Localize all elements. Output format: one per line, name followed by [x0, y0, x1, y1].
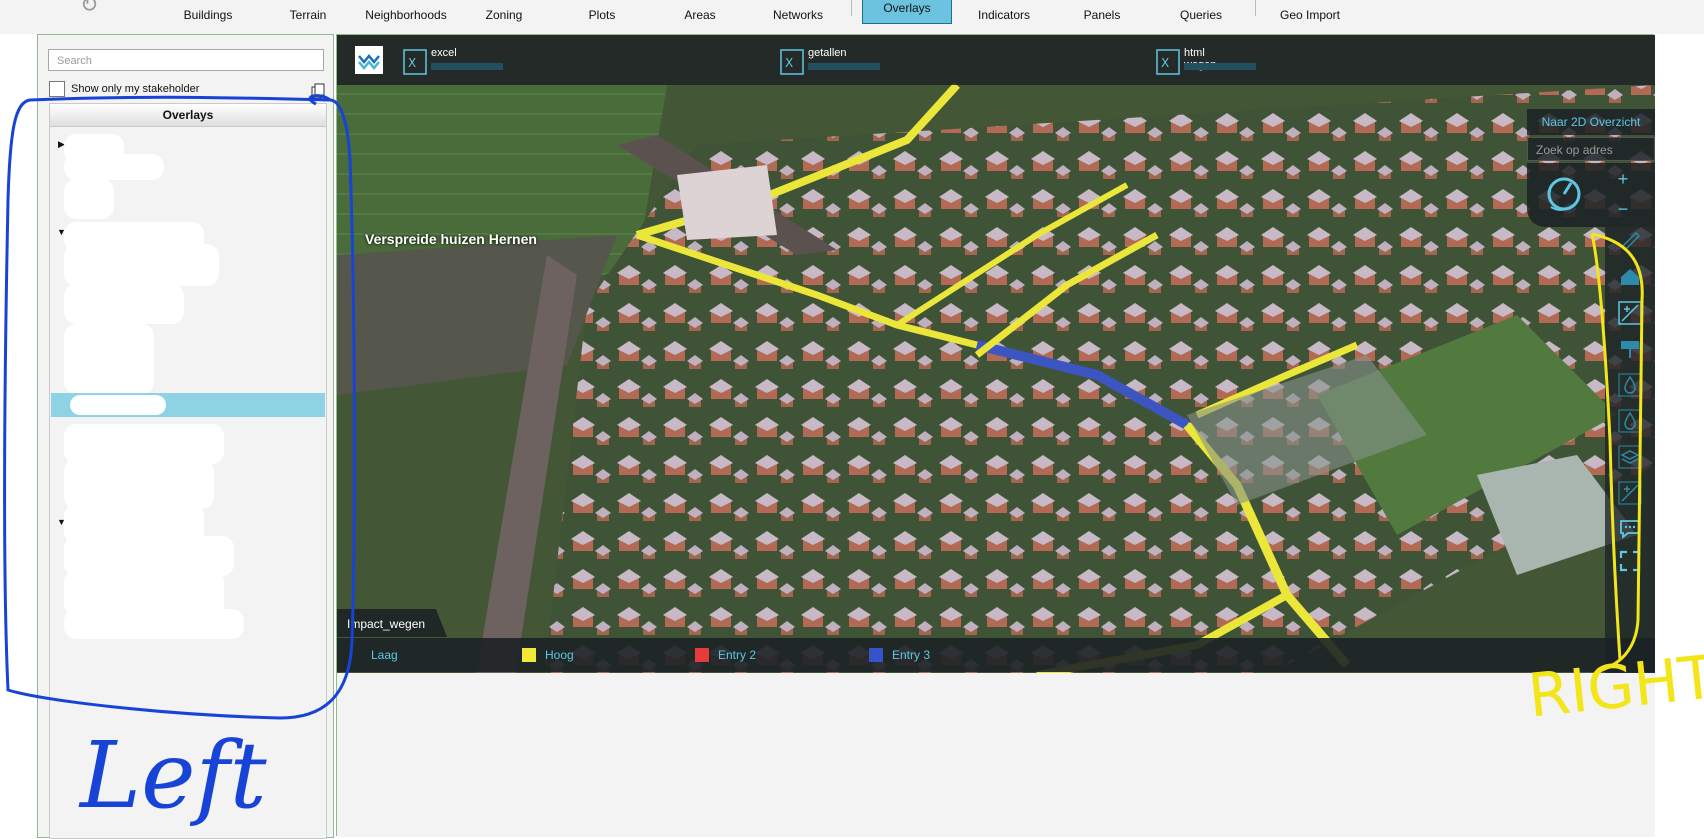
main-toolbar: ↻ Buildings Terrain Neighborhoods Zoning… — [0, 0, 1704, 34]
toolbar-panels[interactable]: Panels — [1057, 0, 1147, 26]
redacted-item — [64, 154, 164, 180]
legend-swatch-entry2 — [695, 648, 709, 662]
legend-label: Entry 2 — [718, 648, 757, 662]
overlays-tree: Overlays ▶ ▼ ▼ — [49, 103, 327, 839]
measure-plus-icon[interactable] — [1618, 481, 1642, 505]
toolbar-separator — [851, 0, 852, 16]
layers-icon[interactable] — [1618, 445, 1642, 469]
excel-file-icon: X — [780, 49, 804, 75]
toolbar-label: Overlays — [883, 1, 931, 15]
zoning-icon — [459, 0, 549, 8]
indicators-icon — [959, 0, 1049, 8]
map-panel: X excel X getallen X html wegen Versprei… — [336, 34, 1655, 837]
excel-file-icon: X — [403, 49, 427, 75]
legend-label: Laag — [371, 648, 398, 662]
toolbar-zoning[interactable]: Zoning — [459, 0, 549, 26]
buildings-icon — [163, 0, 253, 8]
toolbar-networks[interactable]: Networks — [753, 0, 843, 26]
toolbar-label: Geo Import — [1279, 8, 1341, 22]
map-legend: Laag Hoog Entry 2 Entry 3 — [337, 638, 1655, 672]
redacted-item — [64, 424, 224, 464]
redacted-item — [64, 284, 184, 324]
svg-text:X: X — [1161, 56, 1169, 70]
redacted-item — [70, 395, 166, 415]
house-icon[interactable] — [1618, 265, 1642, 289]
overlays-tree-header: Overlays — [50, 104, 326, 127]
file-progress-bar — [1184, 63, 1256, 70]
geo-import-icon — [1264, 0, 1356, 8]
copy-icon[interactable] — [311, 83, 325, 99]
water-drop-icon[interactable] — [1618, 373, 1642, 397]
toolbar-label: Neighborhoods — [365, 8, 447, 22]
chat-icon[interactable] — [1618, 517, 1642, 541]
toolbar-overlays[interactable]: Overlays — [862, 0, 952, 24]
compass-icon[interactable] — [1541, 171, 1587, 217]
networks-icon — [753, 0, 843, 8]
measure-plus-icon[interactable] — [1618, 301, 1642, 325]
legend-label: Hoog — [545, 648, 574, 662]
redacted-item — [64, 324, 154, 394]
water-drop-icon[interactable] — [1618, 409, 1642, 433]
toolbar-buildings[interactable]: Buildings — [163, 0, 253, 26]
toolbar-terrain[interactable]: Terrain — [263, 0, 353, 26]
neighborhoods-icon — [361, 0, 451, 8]
svg-text:X: X — [408, 56, 416, 70]
file-name: excel — [431, 47, 457, 59]
toolbar-separator — [1255, 0, 1256, 16]
toolbar-label: Plots — [588, 8, 616, 22]
file-progress-bar — [431, 63, 503, 70]
redacted-item — [64, 179, 114, 219]
legend-swatch-entry3 — [869, 648, 883, 662]
ruler-icon[interactable] — [1618, 229, 1642, 253]
toolbar-label: Queries — [1179, 8, 1223, 22]
stakeholder-label: Show only my stakeholder — [71, 83, 200, 95]
plots-icon — [557, 0, 647, 8]
legend-swatch-hoog — [522, 648, 536, 662]
file-name: getallen — [808, 47, 847, 59]
toolbar-label: Networks — [772, 8, 823, 22]
toolbar-geo-import[interactable]: Geo Import — [1264, 0, 1356, 26]
stakeholder-checkbox[interactable] — [49, 81, 65, 97]
lower-empty-panel — [337, 673, 1655, 837]
place-label: Verspreide huizen Hernen — [365, 231, 537, 247]
zoom-out-button[interactable]: − — [1613, 199, 1633, 220]
sign-icon[interactable] — [1618, 337, 1642, 361]
left-sidebar: Search Show only my stakeholder Overlays… — [37, 34, 334, 839]
redacted-item — [64, 459, 214, 509]
toolbar-label: Buildings — [183, 8, 233, 22]
areas-icon — [655, 0, 745, 8]
redacted-item — [64, 609, 244, 639]
toolbar-queries[interactable]: Queries — [1156, 0, 1246, 26]
toolbar-label: Panels — [1083, 8, 1121, 22]
refresh-icon[interactable]: ↻ — [80, 0, 108, 16]
excel-file-icon: X — [1156, 49, 1180, 75]
svg-text:X: X — [785, 56, 793, 70]
toolbar-plots[interactable]: Plots — [557, 0, 647, 26]
toolbar-label: Zoning — [485, 8, 523, 22]
toolbar-label: Terrain — [289, 8, 327, 22]
app-logo-icon[interactable] — [355, 46, 383, 74]
toolbar-areas[interactable]: Areas — [655, 0, 745, 26]
aerial-3d-scene — [337, 35, 1655, 730]
search-input[interactable]: Search — [48, 49, 324, 71]
legend-label: Entry 3 — [892, 648, 931, 662]
navigation-control: + − — [1527, 163, 1655, 227]
redacted-item — [64, 244, 219, 286]
address-search-input[interactable]: Zoek op adres — [1527, 137, 1655, 161]
queries-icon — [1156, 0, 1246, 8]
file-progress-bar — [808, 63, 880, 70]
legend-title: Impact_wegen — [337, 609, 447, 637]
terrain-icon — [263, 0, 353, 8]
file-bar: X excel X getallen X html wegen — [337, 35, 1655, 85]
fullscreen-icon[interactable] — [1618, 549, 1642, 573]
toolbar-neighborhoods[interactable]: Neighborhoods — [361, 0, 451, 26]
zoom-in-button[interactable]: + — [1613, 169, 1633, 190]
overview-2d-button[interactable]: Naar 2D Overzicht — [1527, 109, 1655, 135]
map-viewport[interactable]: X excel X getallen X html wegen Versprei… — [337, 35, 1655, 730]
toolbar-indicators[interactable]: Indicators — [959, 0, 1049, 26]
toolbar-label: Areas — [684, 8, 716, 22]
panels-icon — [1057, 0, 1147, 8]
toolbar-label: Indicators — [977, 8, 1031, 22]
